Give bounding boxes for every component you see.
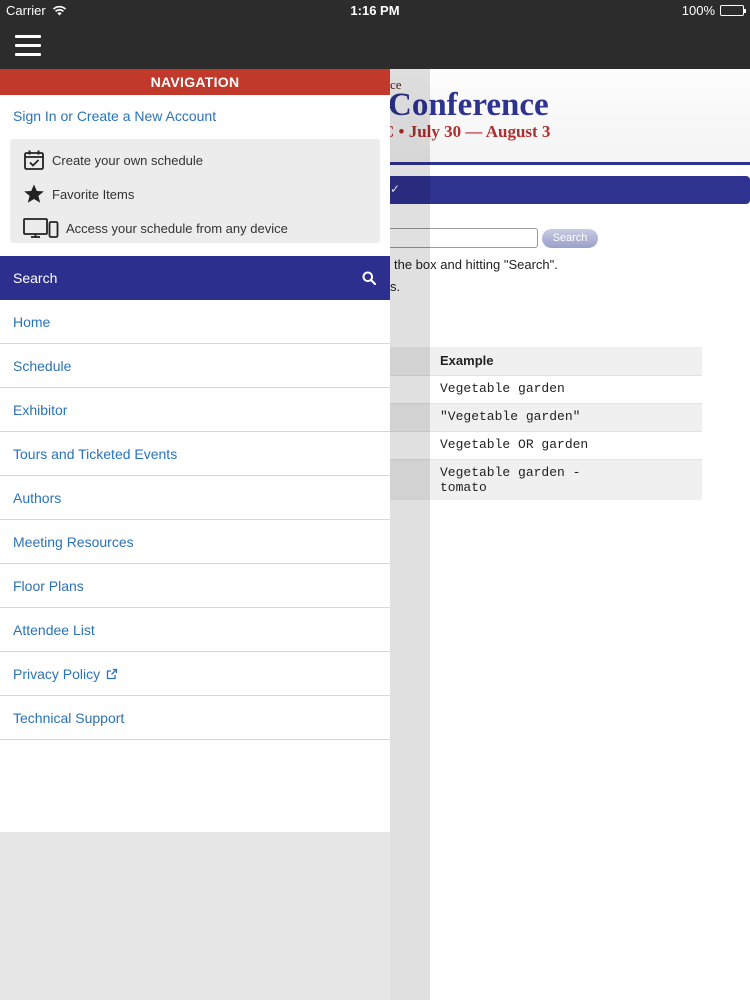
star-icon — [22, 182, 46, 206]
nav-item-label: Technical Support — [13, 709, 125, 726]
navigation-title: NAVIGATION — [0, 69, 390, 95]
feature-label: Access your schedule from any device — [66, 220, 288, 236]
nav-item-floor-plans[interactable]: Floor Plans — [0, 564, 390, 608]
nav-item-attendee-list[interactable]: Attendee List — [0, 608, 390, 652]
background-search-button: Search — [542, 229, 598, 248]
nav-item-authors[interactable]: Authors — [0, 476, 390, 520]
feature-label: Create your own schedule — [52, 152, 204, 168]
drawer-shadow — [390, 69, 430, 1000]
nav-item-label: Floor Plans — [13, 577, 84, 594]
search-examples-table: Example Vegetable garden "Vegetable gard… — [390, 347, 702, 500]
nav-item-technical-support[interactable]: Technical Support — [0, 696, 390, 740]
nav-item-label: Home — [13, 313, 51, 330]
navigation-list: Home Schedule Exhibitor Tours and Ticket… — [0, 300, 390, 740]
status-time: 1:16 PM — [350, 3, 400, 18]
table-row: Vegetable OR garden — [390, 431, 702, 459]
battery-status: 100% — [681, 3, 746, 18]
nav-item-label: Privacy Policy — [13, 665, 101, 682]
conference-banner: ce Conference C • July 30 — August 3 — [390, 69, 750, 165]
table-row: "Vegetable garden" — [390, 403, 702, 431]
external-link-icon — [106, 668, 118, 679]
nav-item-schedule[interactable]: Schedule — [0, 344, 390, 388]
nav-item-privacy-policy[interactable]: Privacy Policy — [0, 652, 390, 696]
nav-item-label: Schedule — [13, 357, 72, 374]
devices-icon — [22, 216, 60, 240]
nav-item-tours[interactable]: Tours and Ticketed Events — [0, 432, 390, 476]
app-header — [0, 20, 750, 69]
table-header: Example — [390, 347, 702, 375]
feature-label: Favorite Items — [52, 186, 135, 202]
battery-percent: 100% — [681, 3, 715, 18]
feature-favorites: Favorite Items — [10, 177, 380, 211]
search-button[interactable]: Search — [0, 256, 390, 300]
account-features-box: Create your own schedule Favorite Items … — [10, 139, 380, 243]
nav-item-home[interactable]: Home — [0, 300, 390, 344]
nav-item-label: Attendee List — [13, 621, 95, 638]
search-icon — [362, 271, 376, 285]
hamburger-icon[interactable] — [15, 35, 41, 57]
drawer-bottom-filler — [0, 832, 390, 1000]
background-page: ce Conference C • July 30 — August 3 ✓ S… — [390, 69, 750, 1000]
background-navbar: ✓ — [390, 176, 750, 204]
nav-item-label: Authors — [13, 489, 62, 506]
search-label: Search — [13, 270, 58, 286]
calendar-check-icon — [22, 148, 46, 172]
table-row: Vegetable garden — [390, 375, 702, 403]
feature-any-device: Access your schedule from any device — [10, 211, 380, 245]
navigation-drawer: NAVIGATION Sign In or Create a New Accou… — [0, 69, 390, 832]
nav-item-label: Meeting Resources — [13, 533, 134, 550]
table-row: Vegetable garden - tomato — [390, 459, 702, 500]
sign-in-link[interactable]: Sign In or Create a New Account — [0, 95, 390, 139]
nav-item-label: Tours and Ticketed Events — [13, 445, 178, 462]
nav-item-label: Exhibitor — [13, 401, 68, 418]
nav-item-exhibitor[interactable]: Exhibitor — [0, 388, 390, 432]
feature-schedule: Create your own schedule — [10, 143, 380, 177]
status-bar: Carrier 1:16 PM 100% — [0, 0, 750, 20]
battery-icon — [720, 5, 746, 16]
nav-item-meeting-resources[interactable]: Meeting Resources — [0, 520, 390, 564]
